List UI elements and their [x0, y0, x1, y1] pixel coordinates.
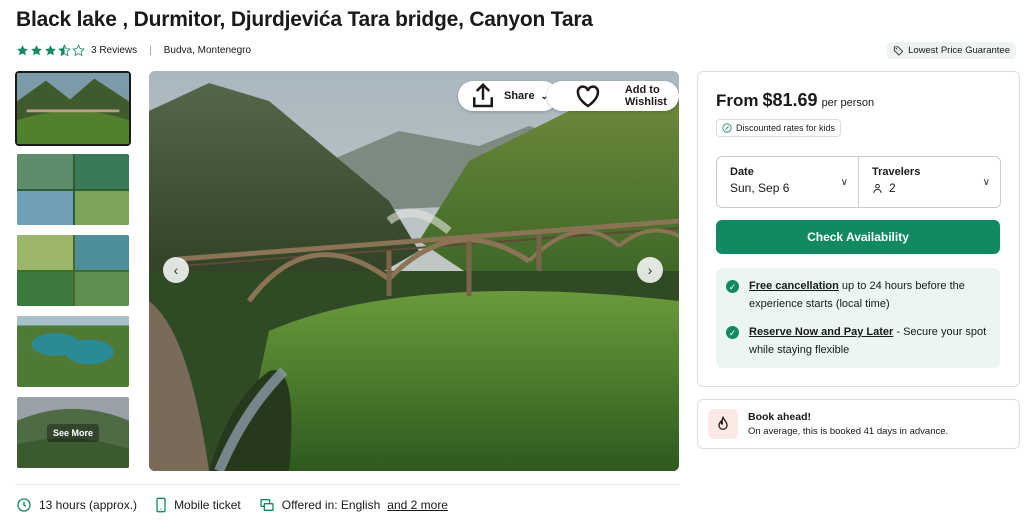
- perk-text: Free cancellation up to 24 hours before …: [749, 277, 990, 313]
- chevron-down-icon: ∨: [982, 177, 990, 188]
- offered-in-label: Offered in: English: [281, 498, 381, 512]
- travelers-value: 2: [889, 181, 896, 195]
- check-icon: ✓: [726, 326, 739, 339]
- book-ahead-title: Book ahead!: [748, 411, 812, 423]
- discount-label: Discounted rates for kids: [736, 123, 836, 133]
- date-label: Date: [730, 166, 754, 178]
- thumbnail-2[interactable]: [15, 152, 131, 227]
- reserve-now-link[interactable]: Reserve Now and Pay Later: [749, 326, 893, 338]
- ticket-label: Mobile ticket: [174, 498, 241, 512]
- travelers-label: Travelers: [872, 166, 921, 178]
- flame-icon: [708, 409, 738, 439]
- star-half-icon: [58, 44, 71, 57]
- previous-image-button[interactable]: ‹: [163, 257, 189, 283]
- perk-reserve-now: ✓ Reserve Now and Pay Later - Secure you…: [726, 323, 990, 359]
- share-button[interactable]: Share ⌄: [458, 81, 559, 111]
- rating-row: 3 Reviews | Budva, Montenegro: [16, 44, 251, 57]
- share-label: Share: [504, 90, 535, 102]
- book-ahead-card: Book ahead! On average, this is booked 4…: [697, 399, 1020, 449]
- canyon-bridge-photo: [149, 71, 679, 471]
- star-rating: [16, 44, 85, 57]
- date-value: Sun, Sep 6: [730, 181, 790, 195]
- check-availability-button[interactable]: Check Availability: [716, 220, 1000, 254]
- clock-icon: [17, 498, 31, 512]
- thumbnail-5[interactable]: See More: [15, 395, 131, 470]
- book-ahead-subtitle: On average, this is booked 41 days in ad…: [748, 426, 949, 437]
- features-row: 13 hours (approx.) Mobile ticket Offered…: [16, 497, 448, 513]
- heart-icon: [576, 85, 600, 108]
- location-label: Budva, Montenegro: [163, 45, 252, 56]
- travelers-selector[interactable]: Travelers 2 ∨: [858, 157, 1000, 207]
- add-to-wishlist-button[interactable]: Add to Wishlist: [547, 81, 679, 111]
- more-languages-link[interactable]: and 2 more: [387, 498, 448, 512]
- price-line: From $81.69 per person: [716, 90, 1001, 111]
- booking-selectors: Date Sun, Sep 6 ∨ Travelers 2 ∨: [716, 156, 1001, 208]
- star-full-icon: [17, 45, 28, 56]
- mobile-icon: [156, 497, 166, 513]
- check-icon: ✓: [726, 280, 739, 293]
- discount-badge: Discounted rates for kids: [716, 119, 842, 137]
- tag-icon: [893, 46, 904, 56]
- price-value: $81.69: [762, 90, 818, 110]
- features-divider: [15, 484, 679, 485]
- chevron-down-icon: ∨: [840, 177, 848, 188]
- wishlist-label: Add to Wishlist: [624, 84, 667, 108]
- from-label: From: [716, 91, 759, 110]
- page-title: Black lake , Durmitor, Djurdjevića Tara …: [16, 8, 593, 31]
- perks-box: ✓ Free cancellation up to 24 hours befor…: [716, 268, 1000, 368]
- guarantee-label: Lowest Price Guarantee: [908, 45, 1010, 56]
- share-icon: [473, 82, 493, 108]
- perk-free-cancellation: ✓ Free cancellation up to 24 hours befor…: [726, 277, 990, 313]
- thumbnail-3[interactable]: [15, 233, 131, 308]
- booking-card: From $81.69 per person Discounted rates …: [697, 71, 1020, 387]
- duration-label: 13 hours (approx.): [39, 498, 138, 512]
- feature-duration: 13 hours (approx.): [16, 497, 137, 513]
- see-more-button[interactable]: See More: [46, 423, 100, 442]
- person-icon: [873, 183, 882, 193]
- free-cancellation-link[interactable]: Free cancellation: [749, 280, 839, 292]
- travelers-value-row: 2: [872, 181, 987, 195]
- perk-text: Reserve Now and Pay Later - Secure your …: [749, 323, 990, 359]
- reviews-link[interactable]: 3 Reviews: [91, 45, 137, 56]
- per-person-label: per person: [821, 97, 875, 109]
- thumbnail-4[interactable]: [15, 314, 131, 389]
- thumbnail-strip: See More: [15, 71, 131, 476]
- star-full-icon: [31, 45, 42, 56]
- next-image-button[interactable]: ›: [637, 257, 663, 283]
- hero-image: Share ⌄ Add to Wishlist ‹ ›: [149, 71, 679, 471]
- language-icon: [260, 499, 274, 511]
- feature-languages: Offered in: English and 2 more: [259, 497, 448, 513]
- book-ahead-text: Book ahead! On average, this is booked 4…: [748, 411, 948, 437]
- thumbnail-1[interactable]: [15, 71, 131, 146]
- discount-icon: [722, 123, 732, 133]
- meta-divider: |: [149, 45, 152, 56]
- star-full-icon: [45, 45, 56, 56]
- lowest-price-badge[interactable]: Lowest Price Guarantee: [887, 42, 1016, 59]
- chevron-right-icon: ›: [647, 262, 653, 278]
- star-empty-icon: [72, 44, 85, 57]
- feature-ticket: Mobile ticket: [155, 497, 241, 513]
- date-selector[interactable]: Date Sun, Sep 6 ∨: [717, 157, 858, 207]
- chevron-left-icon: ‹: [173, 262, 179, 278]
